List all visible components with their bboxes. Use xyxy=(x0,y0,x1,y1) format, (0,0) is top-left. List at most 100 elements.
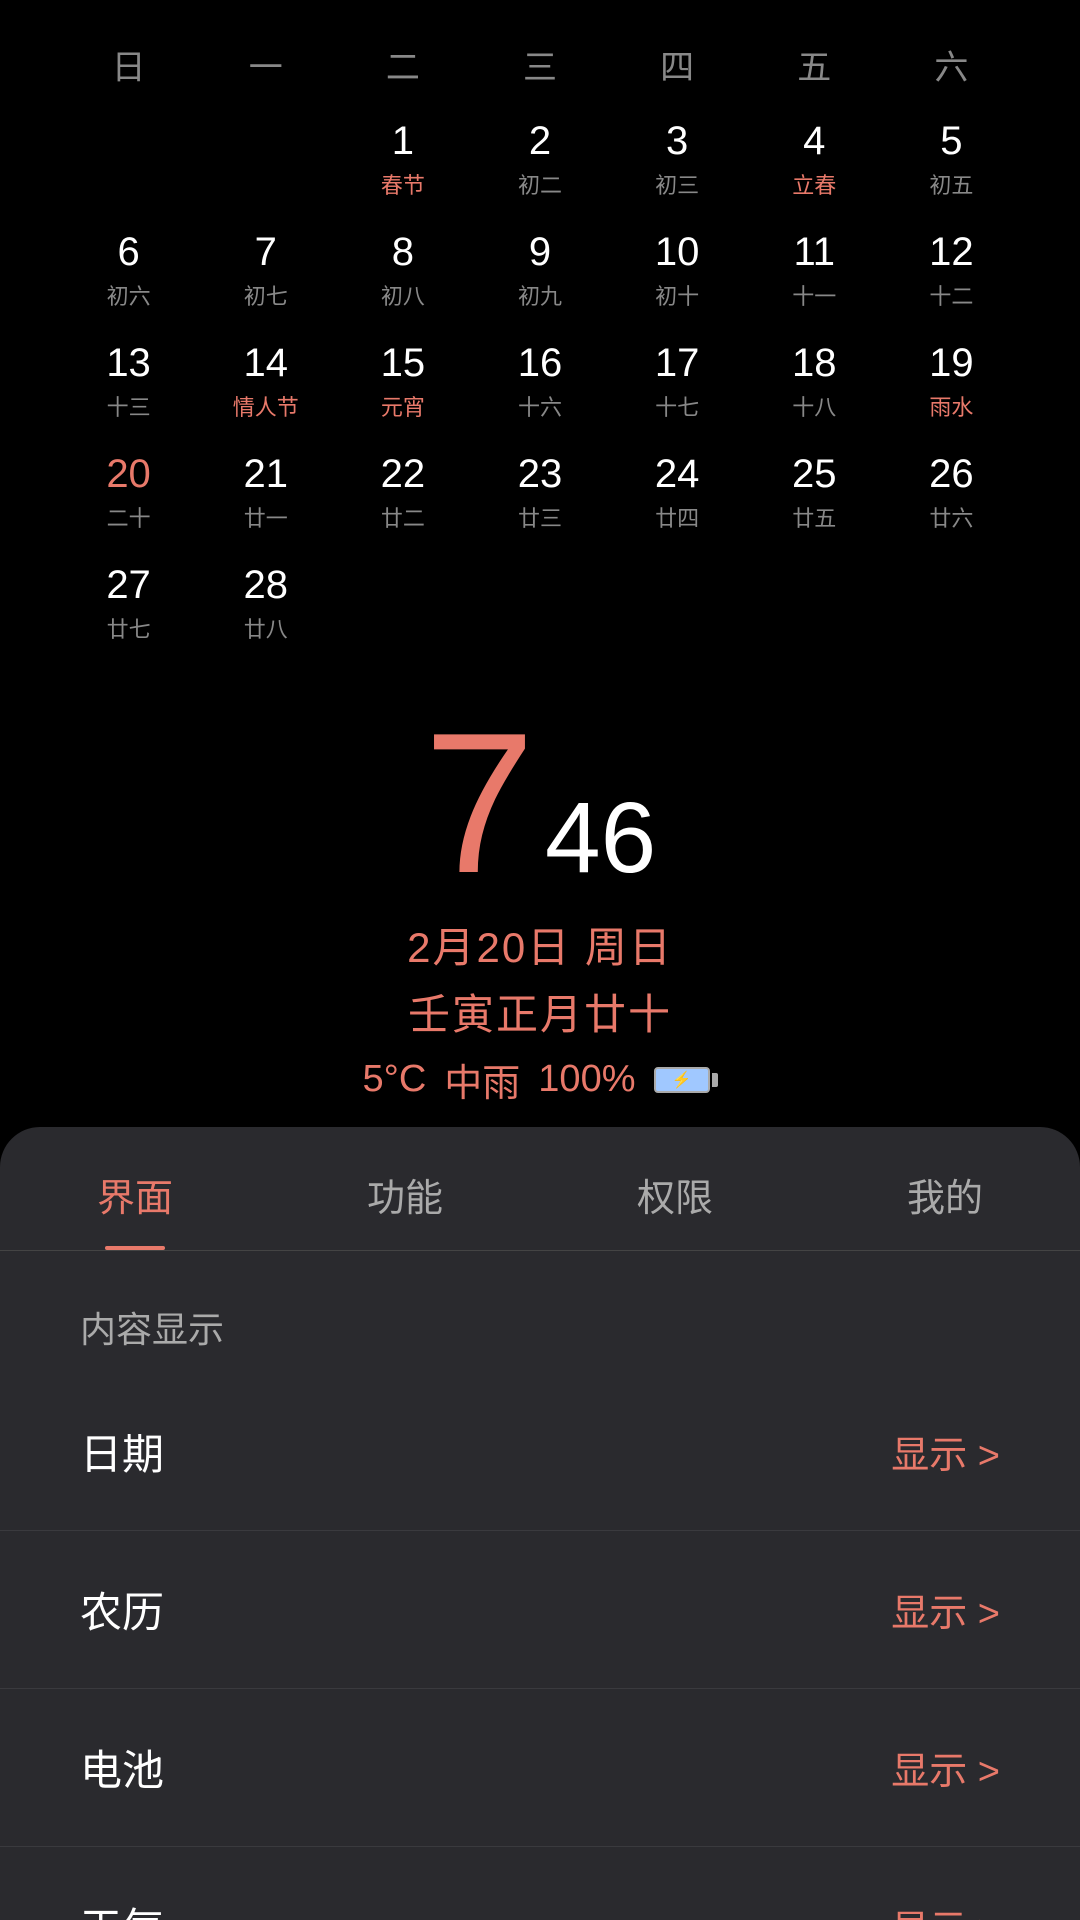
settings-list: 日期显示 >农历显示 >电池显示 >天气显示 >计步关闭 > xyxy=(0,1373,1080,1920)
calendar-cell[interactable]: 20二十 xyxy=(60,442,197,543)
setting-row[interactable]: 日期 显示 > xyxy=(0,1373,1080,1531)
calendar-cell[interactable]: 22廿二 xyxy=(334,442,471,543)
calendar-day-label: 十一 xyxy=(792,279,836,311)
calendar-day-label: 初八 xyxy=(381,279,425,311)
calendar-day-label: 廿四 xyxy=(655,501,699,533)
tab-权限[interactable]: 权限 xyxy=(540,1127,810,1250)
calendar-day-label: 初三 xyxy=(655,168,699,200)
setting-value[interactable]: 显示 > xyxy=(891,1424,1000,1479)
calendar-section: 日一二三四五六 1春节2初二3初三4立春5初五6初六7初七8初八9初九10初十1… xyxy=(0,0,1080,674)
calendar-day-number: 7 xyxy=(255,230,277,275)
calendar-day-label: 十七 xyxy=(655,390,699,422)
calendar-day-number: 6 xyxy=(117,230,139,275)
calendar-day-label: 初十 xyxy=(655,279,699,311)
calendar-day-label: 春节 xyxy=(381,168,425,200)
calendar-cell xyxy=(197,109,334,210)
calendar-cell[interactable]: 12十二 xyxy=(883,220,1020,321)
calendar-cell xyxy=(471,553,608,654)
calendar-day-label: 廿三 xyxy=(518,501,562,533)
calendar-cell[interactable]: 3 初三 xyxy=(609,109,746,210)
calendar-day-label: 十三 xyxy=(107,390,151,422)
calendar-cell[interactable]: 14情人节 xyxy=(197,331,334,432)
calendar-cell[interactable]: 11十一 xyxy=(746,220,883,321)
calendar-day-label: 廿八 xyxy=(244,612,288,644)
calendar-day-label: 雨水 xyxy=(929,390,973,422)
calendar-cell[interactable]: 10 初十 xyxy=(609,220,746,321)
setting-value[interactable]: 显示 > xyxy=(891,1582,1000,1637)
calendar-cell[interactable]: 2初二 xyxy=(471,109,608,210)
calendar-cell xyxy=(334,553,471,654)
setting-value[interactable]: 显示 > xyxy=(891,1740,1000,1795)
calendar-day-number: 19 xyxy=(929,341,974,386)
calendar-day-number: 21 xyxy=(243,452,288,497)
calendar-cell xyxy=(883,553,1020,654)
calendar-day-number: 23 xyxy=(518,452,563,497)
calendar-cell[interactable]: 17十七 xyxy=(609,331,746,432)
calendar-day-number: 16 xyxy=(518,341,563,386)
calendar-cell[interactable]: 16十六 xyxy=(471,331,608,432)
section-title: 内容显示 xyxy=(0,1251,1080,1373)
tab-功能[interactable]: 功能 xyxy=(270,1127,540,1250)
calendar-day-label: 廿一 xyxy=(244,501,288,533)
calendar-cell[interactable]: 27廿七 xyxy=(60,553,197,654)
calendar-cell[interactable]: 24 廿四 xyxy=(609,442,746,543)
clock-minute: 46 xyxy=(545,788,656,888)
calendar-grid: 1春节2初二3初三4立春5初五6初六7初七8初八9初九10初十11十一12十二1… xyxy=(60,109,1020,654)
calendar-cell[interactable]: 9初九 xyxy=(471,220,608,321)
clock-date: 2月20日 周日 xyxy=(407,914,673,975)
calendar-cell[interactable]: 18十八 xyxy=(746,331,883,432)
calendar-cell[interactable]: 1 春节 xyxy=(334,109,471,210)
calendar-day-number: 2 xyxy=(529,119,551,164)
calendar-cell[interactable]: 21 廿一 xyxy=(197,442,334,543)
calendar-cell[interactable]: 4 立春 xyxy=(746,109,883,210)
calendar-cell[interactable]: 25 廿五 xyxy=(746,442,883,543)
setting-label: 日期 xyxy=(80,1421,164,1482)
setting-row[interactable]: 天气显示 > xyxy=(0,1847,1080,1920)
calendar-cell[interactable]: 26廿六 xyxy=(883,442,1020,543)
calendar-cell[interactable]: 19 雨水 xyxy=(883,331,1020,432)
setting-label: 电池 xyxy=(80,1737,164,1798)
clock-hour: 7 xyxy=(424,704,535,904)
calendar-day-number: 5 xyxy=(940,119,962,164)
weekday-label: 日 xyxy=(69,40,189,89)
setting-label: 农历 xyxy=(80,1579,164,1640)
clock-lunar: 壬寅正月廿十 xyxy=(408,981,672,1042)
calendar-day-number: 20 xyxy=(106,452,151,497)
battery-icon: ⚡ xyxy=(654,1067,718,1093)
calendar-cell xyxy=(609,553,746,654)
calendar-cell[interactable]: 23 廿三 xyxy=(471,442,608,543)
calendar-cell[interactable]: 28廿八 xyxy=(197,553,334,654)
calendar-day-number: 4 xyxy=(803,119,825,164)
tab-我的[interactable]: 我的 xyxy=(810,1127,1080,1250)
battery-percent: 100% xyxy=(538,1058,635,1101)
calendar-day-number: 10 xyxy=(655,230,700,275)
weekday-label: 四 xyxy=(617,40,737,89)
battery-tip xyxy=(712,1073,718,1087)
calendar-day-label: 初六 xyxy=(107,279,151,311)
calendar-day-label: 十二 xyxy=(929,279,973,311)
calendar-cell[interactable]: 7初七 xyxy=(197,220,334,321)
calendar-cell[interactable]: 5初五 xyxy=(883,109,1020,210)
calendar-day-number: 25 xyxy=(792,452,837,497)
calendar-day-number: 1 xyxy=(392,119,414,164)
calendar-cell[interactable]: 13十三 xyxy=(60,331,197,432)
calendar-day-label: 廿六 xyxy=(929,501,973,533)
calendar-cell[interactable]: 6 初六 xyxy=(60,220,197,321)
week-header: 日一二三四五六 xyxy=(60,40,1020,89)
weekday-label: 三 xyxy=(480,40,600,89)
battery-bolt-icon: ⚡ xyxy=(672,1070,692,1090)
calendar-day-number: 15 xyxy=(381,341,426,386)
calendar-day-label: 立春 xyxy=(792,168,836,200)
setting-value[interactable]: 显示 > xyxy=(891,1898,1000,1920)
calendar-day-number: 9 xyxy=(529,230,551,275)
calendar-day-number: 8 xyxy=(392,230,414,275)
bottom-panel: 界面功能权限我的 内容显示 日期显示 >农历显示 >电池显示 >天气显示 >计步… xyxy=(0,1127,1080,1920)
calendar-day-number: 3 xyxy=(666,119,688,164)
setting-row[interactable]: 农历 显示 > xyxy=(0,1531,1080,1689)
calendar-cell[interactable]: 8 初八 xyxy=(334,220,471,321)
calendar-day-label: 廿五 xyxy=(792,501,836,533)
calendar-day-number: 24 xyxy=(655,452,700,497)
calendar-cell[interactable]: 15元宵 xyxy=(334,331,471,432)
tab-界面[interactable]: 界面 xyxy=(0,1127,270,1250)
setting-row[interactable]: 电池 显示 > xyxy=(0,1689,1080,1847)
